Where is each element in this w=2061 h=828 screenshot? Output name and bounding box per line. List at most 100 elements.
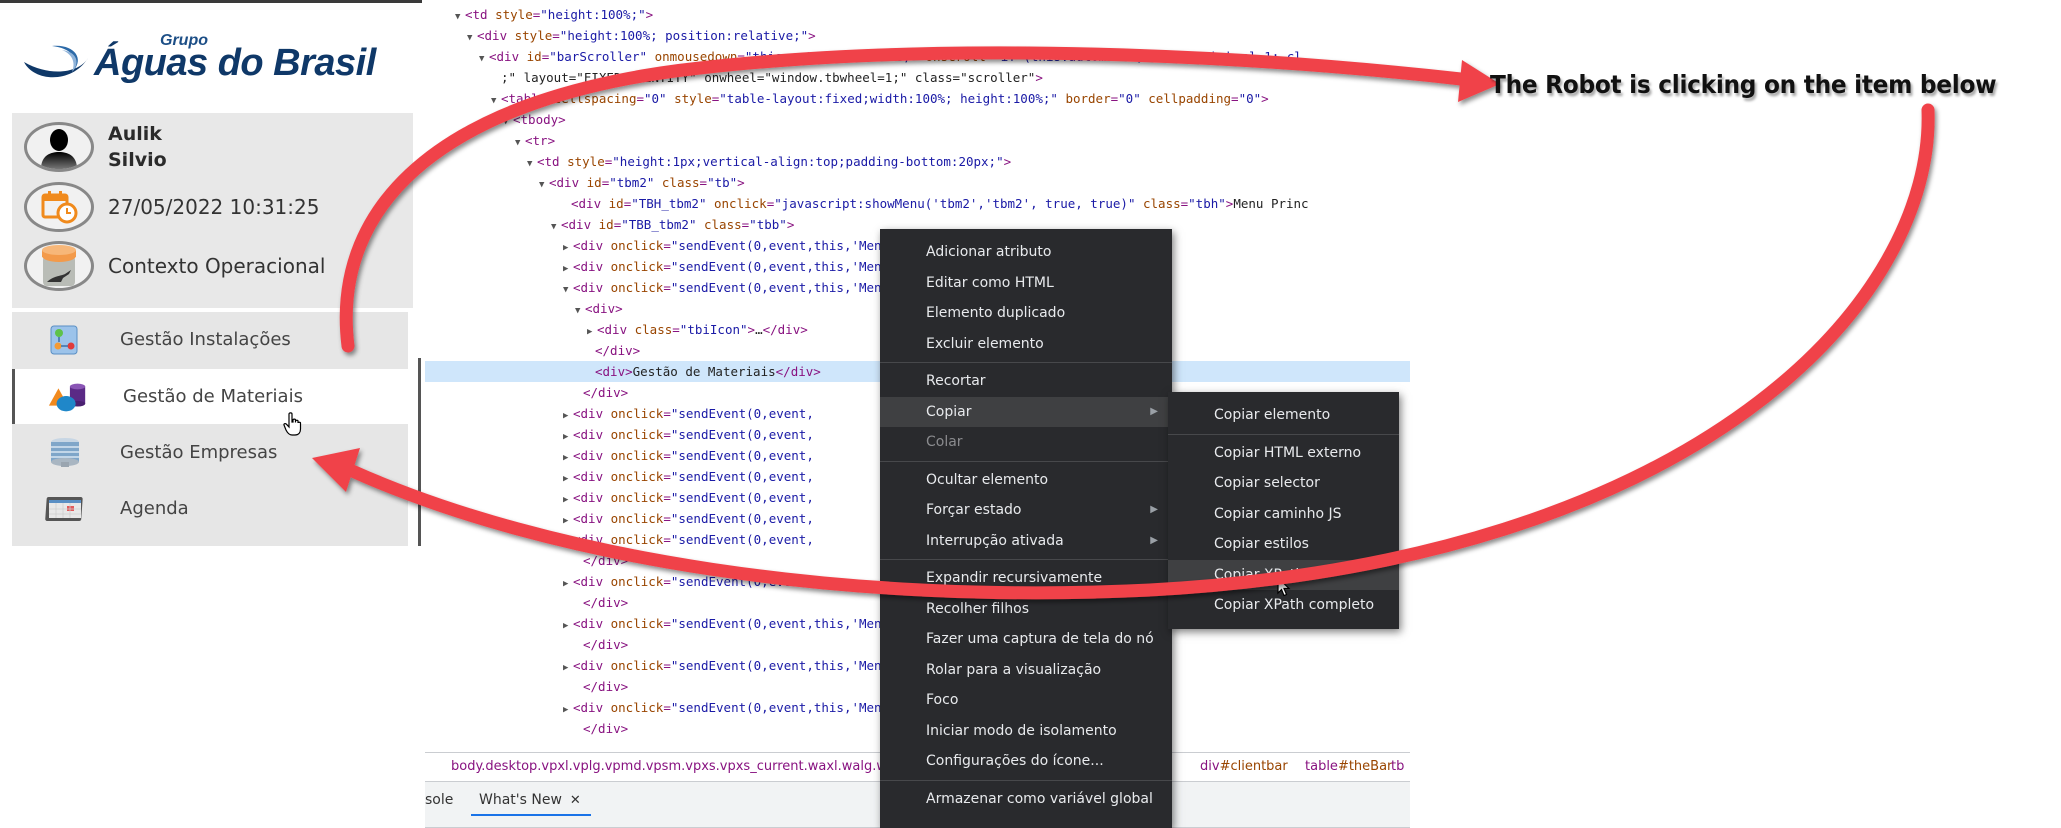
dom-node[interactable]: ▼ <div id="tbm2" class="tb"> — [539, 172, 745, 193]
expand-toggle-icon[interactable]: ▶ — [563, 574, 573, 595]
dom-node[interactable]: ▶ <div onclick="sendEvent(0,event, — [563, 487, 814, 508]
menu-item-rolar-para-a-visualizacao[interactable]: Rolar para a visualização — [880, 655, 1172, 685]
menu-item-configuracoes-do-icone[interactable]: Configurações do ícone... — [880, 746, 1172, 776]
dom-node[interactable]: ▶ <div onclick="sendEvent(0,event, — [563, 508, 814, 529]
menu-item-foco[interactable]: Foco — [880, 685, 1172, 715]
menu-item-label: Copiar XPath completo — [1214, 597, 1375, 613]
menu-item-excluir-elemento[interactable]: Excluir elemento — [880, 329, 1172, 359]
expand-toggle-icon[interactable]: ▶ — [563, 700, 573, 721]
nav-item-gestao-de-materiais[interactable]: Gestão de Materiais — [12, 369, 408, 424]
operational-context-label: Contexto Operacional — [108, 254, 326, 278]
menu-item-recortar[interactable]: Recortar — [880, 366, 1172, 396]
expand-toggle-icon[interactable]: ▶ — [563, 616, 573, 637]
menu-item-colar: Colar — [880, 427, 1172, 457]
dom-node[interactable]: ▼ <div> — [575, 298, 623, 319]
menu-item-label: Configurações do ícone... — [926, 753, 1104, 769]
dom-node[interactable]: </div> — [573, 676, 628, 697]
menu-item-copiar-selector[interactable]: Copiar selector — [1168, 468, 1399, 498]
context-row[interactable]: Contexto Operacional — [24, 241, 325, 291]
dom-node[interactable]: ▼ <tr> — [515, 130, 555, 151]
expand-toggle-icon[interactable]: ▼ — [503, 112, 513, 133]
dom-node[interactable]: ▶ <div onclick="sendEvent(0,event, — [563, 445, 814, 466]
dom-node[interactable]: ▶ <div onclick="sendEvent(0,event, — [563, 466, 814, 487]
menu-item-interrupcao-ativada[interactable]: Interrupção ativada ▶ — [880, 526, 1172, 556]
menu-item-editar-como-html[interactable]: Editar como HTML — [880, 268, 1172, 298]
dom-node[interactable]: ;" layout="FIXED_IDENTITY" onwheel="wind… — [491, 67, 1043, 88]
dom-node[interactable]: <div id="TBH_tbm2" onclick="javascript:s… — [561, 193, 1309, 214]
menu-item-label: Copiar caminho JS — [1214, 505, 1342, 522]
nav-item-agenda[interactable]: Agenda — [12, 481, 408, 536]
expand-toggle-icon[interactable]: ▼ — [563, 280, 573, 301]
menu-item-forcar-estado[interactable]: Forçar estado ▶ — [880, 495, 1172, 525]
expand-toggle-icon[interactable]: ▼ — [455, 7, 465, 28]
expand-toggle-icon[interactable]: ▼ — [491, 91, 501, 112]
menu-item-copiar-caminho-js[interactable]: Copiar caminho JS — [1168, 499, 1399, 529]
menu-item-label: Copiar — [926, 403, 972, 420]
expand-toggle-icon[interactable]: ▼ — [539, 175, 549, 196]
nav-item-gestao-empresas[interactable]: Gestão Empresas — [12, 425, 408, 480]
menu-item-ocultar-elemento[interactable]: Ocultar elemento — [880, 465, 1172, 495]
menu-item-elemento-duplicado[interactable]: Elemento duplicado — [880, 298, 1172, 328]
dom-node[interactable]: ▶ <div class="tbiIcon">…</div> — [587, 319, 808, 340]
breadcrumb-tbody[interactable]: tb — [1391, 753, 1404, 781]
menu-item-armazenar-como-variavel-global[interactable]: Armazenar como variável global — [880, 784, 1172, 814]
menu-item-copiar-html-externo[interactable]: Copiar HTML externo — [1168, 438, 1399, 468]
menu-separator — [880, 779, 1172, 781]
dom-node[interactable]: ▶ <div onclick="sendEvent(0,event, — [563, 424, 814, 445]
menu-item-recolher-filhos[interactable]: Recolher filhos — [880, 594, 1172, 624]
dom-node[interactable]: ▼ <table cellspacing="0" style="table-lay… — [491, 88, 1269, 109]
dom-node[interactable]: </div> — [573, 634, 628, 655]
hand-pointer-cursor-icon — [283, 412, 302, 436]
dom-node[interactable]: ▶ <div onclick="sendEvent(0,event, — [563, 529, 814, 550]
dom-node[interactable]: </div> — [573, 382, 628, 403]
menu-item-copiar-estilos[interactable]: Copiar estilos — [1168, 529, 1399, 559]
dom-node[interactable]: </div> — [573, 718, 628, 739]
dom-node[interactable]: ▼ <div id="TBB_tbm2" class="tbb"> — [551, 214, 794, 235]
dom-node[interactable]: ▶ <div onclick="sendEvent(0,event, — [563, 403, 814, 424]
installations-icon — [44, 324, 86, 356]
tab-label: sole — [425, 792, 454, 808]
dom-node[interactable]: ▶ <div onclick="sendEvent(0,event, — [563, 571, 814, 592]
close-tab-icon[interactable]: ✕ — [570, 793, 581, 808]
menu-scrollbar[interactable] — [418, 358, 421, 546]
nav-label: Gestão Instalações — [120, 329, 291, 350]
menu-item-label: Colar — [926, 434, 963, 450]
tab-console[interactable]: sole — [425, 792, 453, 808]
dom-node[interactable]: ▼ <td style="height:100%;"> — [455, 4, 653, 25]
menu-item-label: Foco — [926, 692, 959, 708]
expand-toggle-icon[interactable]: ▼ — [551, 217, 561, 238]
nav-item-gestao-instalacoes[interactable]: Gestão Instalações — [12, 312, 408, 367]
tab-whats-new[interactable]: What's New ✕ — [471, 792, 591, 816]
expand-toggle-icon[interactable]: ▼ — [527, 154, 537, 175]
menu-item-iniciar-modo-de-isolamento[interactable]: Iniciar modo de isolamento — [880, 716, 1172, 746]
expand-toggle-icon[interactable]: ▼ — [467, 28, 477, 49]
dom-node[interactable]: ▼ <div style="height:100%; position:relat… — [467, 25, 816, 46]
nav-label: Gestão Empresas — [120, 442, 278, 463]
dom-node[interactable]: </div> — [573, 592, 628, 613]
dom-node[interactable]: ▼ <tbody> — [503, 109, 566, 130]
expand-toggle-icon[interactable]: ▼ — [479, 49, 489, 70]
menu-item-copiar[interactable]: Copiar ▶ — [880, 396, 1172, 427]
menu-item-copiar-elemento[interactable]: Copiar elemento — [1168, 400, 1399, 430]
wave-logo-icon — [24, 45, 88, 78]
breadcrumb-clientbar[interactable]: div#clientbar — [1200, 753, 1288, 781]
expand-toggle-icon[interactable]: ▶ — [563, 658, 573, 679]
breadcrumb-body[interactable]: body.desktop.vpxl.vplg.vpmd.vpsm.vpxs.vp… — [451, 753, 895, 781]
tab-label: What's New — [479, 792, 562, 808]
menu-item-label: Recolher filhos — [926, 600, 1029, 617]
dom-node[interactable]: </div> — [573, 550, 628, 571]
dom-node[interactable]: ▼ <div id="barScroller" onmousedown="this… — [479, 46, 1302, 67]
breadcrumb-thebar[interactable]: table#theBar — [1305, 753, 1392, 781]
expand-toggle-icon[interactable]: ▶ — [563, 532, 573, 553]
menu-item-expandir-recursivamente[interactable]: Expandir recursivamente — [880, 563, 1172, 593]
dom-node[interactable]: </div> — [585, 340, 640, 361]
menu-item-adicionar-atributo[interactable]: Adicionar atributo — [880, 237, 1172, 267]
dom-node[interactable]: ▼ <td style="height:1px;vertical-align:to… — [527, 151, 1011, 172]
menu-item-label: Copiar selector — [1214, 475, 1320, 491]
menu-item-label: Excluir elemento — [926, 335, 1044, 352]
crumb-tag: tb — [1391, 759, 1405, 774]
expand-toggle-icon[interactable]: ▼ — [575, 301, 585, 322]
expand-toggle-icon[interactable]: ▼ — [515, 133, 525, 154]
user-row[interactable]: Aulik Silvio — [24, 121, 167, 173]
menu-item-fazer-uma-captura-de-tela-do-no[interactable]: Fazer uma captura de tela do nó — [880, 624, 1172, 654]
